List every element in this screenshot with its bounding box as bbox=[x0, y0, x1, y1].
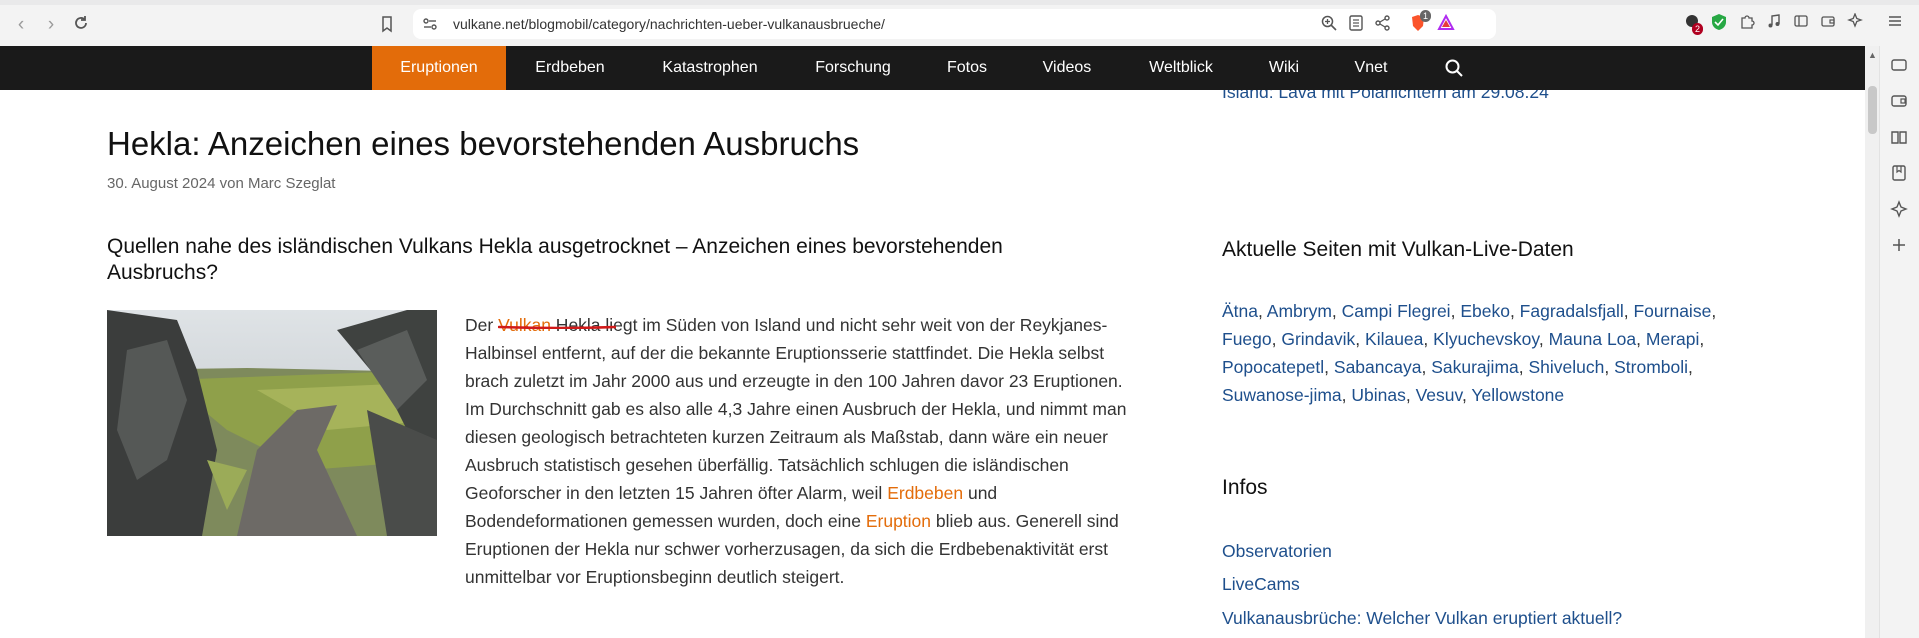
volcano-link[interactable]: Shiveluch bbox=[1529, 357, 1605, 377]
reload-icon bbox=[75, 16, 87, 29]
nav-item-eruptionen[interactable]: Eruptionen bbox=[372, 46, 506, 90]
scrollbar-thumb[interactable] bbox=[1868, 86, 1877, 134]
sidebar-toggle-icon[interactable] bbox=[1791, 13, 1811, 33]
volcano-link[interactable]: Mauna Loa bbox=[1549, 329, 1637, 349]
nav-item-katastrophen[interactable]: Katastrophen bbox=[648, 46, 772, 90]
link-erdbeben[interactable]: Erdbeben bbox=[887, 483, 963, 503]
extension-counter-icon[interactable]: 2 bbox=[1682, 13, 1704, 35]
panel-bookmarks-icon[interactable] bbox=[1890, 164, 1910, 184]
volcano-link[interactable]: Sabancaya bbox=[1334, 357, 1422, 377]
red-underline-annotation bbox=[498, 325, 616, 329]
page-scrollbar[interactable] bbox=[1865, 46, 1879, 638]
leo-ai-icon[interactable] bbox=[1845, 12, 1865, 33]
share-icon[interactable] bbox=[1373, 14, 1393, 34]
article-body: Der Vulkan Hekla liegt im Süden von Isla… bbox=[107, 311, 1127, 591]
info-link-livecams[interactable]: LiveCams bbox=[1222, 574, 1300, 595]
sidebar-prev-post-link[interactable]: Island: Lava mit Polarlichtern am 29.08.… bbox=[1222, 90, 1549, 103]
reader-mode-icon[interactable] bbox=[1346, 14, 1366, 34]
browser-side-panel bbox=[1879, 46, 1919, 638]
tab-strip-edge bbox=[0, 0, 1919, 5]
brave-badge: 1 bbox=[1420, 10, 1432, 22]
back-button[interactable]: ‹ bbox=[10, 14, 32, 36]
volcano-link[interactable]: Fuego bbox=[1222, 329, 1272, 349]
volcano-link[interactable]: Popocatepetl bbox=[1222, 357, 1324, 377]
extension-badge: 2 bbox=[1692, 23, 1704, 35]
link-eruption[interactable]: Eruption bbox=[866, 511, 931, 531]
volcano-link[interactable]: Fournaise bbox=[1633, 301, 1711, 321]
address-bar[interactable]: vulkane.net/blogmobil/category/nachricht… bbox=[382, 9, 1496, 39]
volcano-link[interactable]: Fagradalsfjall bbox=[1520, 301, 1624, 321]
volcano-link[interactable]: Kilauea bbox=[1365, 329, 1423, 349]
site-info-icon[interactable] bbox=[421, 15, 439, 36]
shield-check-icon[interactable] bbox=[1709, 13, 1729, 33]
browser-toolbar: ‹ › vulkane.net/blogmobil/category/nachr… bbox=[0, 0, 1919, 47]
volcano-link[interactable]: Merapi bbox=[1646, 329, 1700, 349]
nav-item-fotos[interactable]: Fotos bbox=[932, 46, 1002, 90]
article-text-part1: Hekla liegt im Süden von Island und nich… bbox=[465, 315, 1127, 503]
volcano-link[interactable]: Sakurajima bbox=[1431, 357, 1519, 377]
panel-reading-list-icon[interactable] bbox=[1890, 128, 1910, 148]
reload-button[interactable] bbox=[70, 14, 92, 36]
infos-heading: Infos bbox=[1222, 476, 1268, 499]
volcano-link[interactable]: Vesuv bbox=[1416, 385, 1462, 405]
info-link-vulkanausbrueche[interactable]: Vulkanausbrüche: Welcher Vulkan eruptier… bbox=[1222, 608, 1622, 629]
brave-shields-icon[interactable]: 1 bbox=[1408, 10, 1432, 34]
volcano-link[interactable]: Ambrym bbox=[1267, 301, 1332, 321]
site-navigation: Eruptionen Erdbeben Katastrophen Forschu… bbox=[0, 46, 1865, 90]
wallet-icon[interactable] bbox=[1818, 13, 1838, 33]
menu-icon[interactable] bbox=[1885, 13, 1905, 33]
media-music-icon[interactable] bbox=[1764, 13, 1784, 33]
article-title[interactable]: Hekla: Anzeichen eines bevorstehenden Au… bbox=[107, 125, 859, 163]
panel-leo-icon[interactable] bbox=[1890, 200, 1910, 220]
panel-add-icon[interactable] bbox=[1890, 236, 1910, 256]
article-meta: 30. August 2024 von Marc Szeglat bbox=[107, 175, 336, 192]
volcano-link[interactable]: Ätna bbox=[1222, 301, 1258, 321]
panel-media-icon[interactable] bbox=[1890, 56, 1910, 76]
live-data-heading: Aktuelle Seiten mit Vulkan-Live-Daten bbox=[1222, 238, 1574, 261]
volcano-link[interactable]: Stromboli bbox=[1614, 357, 1688, 377]
nav-item-videos[interactable]: Videos bbox=[1030, 46, 1104, 90]
volcano-link[interactable]: Ubinas bbox=[1351, 385, 1405, 405]
volcano-link[interactable]: Suwanose-jima bbox=[1222, 385, 1342, 405]
nav-item-weltblick[interactable]: Weltblick bbox=[1133, 46, 1229, 90]
volcano-link[interactable]: Campi Flegrei bbox=[1342, 301, 1451, 321]
volcano-link-list: Ätna, Ambrym, Campi Flegrei, Ebeko, Fagr… bbox=[1222, 301, 1717, 405]
volcano-link[interactable]: Grindavik bbox=[1281, 329, 1355, 349]
article-subtitle: Quellen nahe des isländischen Vulkans He… bbox=[107, 235, 1003, 284]
nav-item-forschung[interactable]: Forschung bbox=[800, 46, 906, 90]
info-link-observatorien[interactable]: Observatorien bbox=[1222, 541, 1332, 562]
extensions-puzzle-icon[interactable] bbox=[1737, 13, 1757, 33]
page-content: Hekla: Anzeichen eines bevorstehenden Au… bbox=[0, 90, 1865, 638]
volcano-link[interactable]: Klyuchevskoy bbox=[1433, 329, 1539, 349]
volcano-link[interactable]: Ebeko bbox=[1460, 301, 1510, 321]
forward-button[interactable]: › bbox=[40, 14, 62, 36]
url-text[interactable]: vulkane.net/blogmobil/category/nachricht… bbox=[453, 16, 885, 32]
brave-rewards-icon[interactable] bbox=[1436, 13, 1456, 34]
nav-item-wiki[interactable]: Wiki bbox=[1256, 46, 1312, 90]
nav-item-vnet[interactable]: Vnet bbox=[1340, 46, 1402, 90]
bookmark-icon[interactable] bbox=[377, 14, 397, 34]
text-der: Der bbox=[465, 315, 494, 335]
search-icon[interactable] bbox=[1444, 58, 1464, 78]
nav-item-erdbeben[interactable]: Erdbeben bbox=[520, 46, 620, 90]
volcano-link[interactable]: Yellowstone bbox=[1471, 385, 1564, 405]
scroll-up-arrow-icon[interactable]: ▲ bbox=[1868, 50, 1877, 60]
zoom-icon[interactable] bbox=[1319, 14, 1339, 34]
panel-wallet-icon[interactable] bbox=[1890, 92, 1910, 112]
